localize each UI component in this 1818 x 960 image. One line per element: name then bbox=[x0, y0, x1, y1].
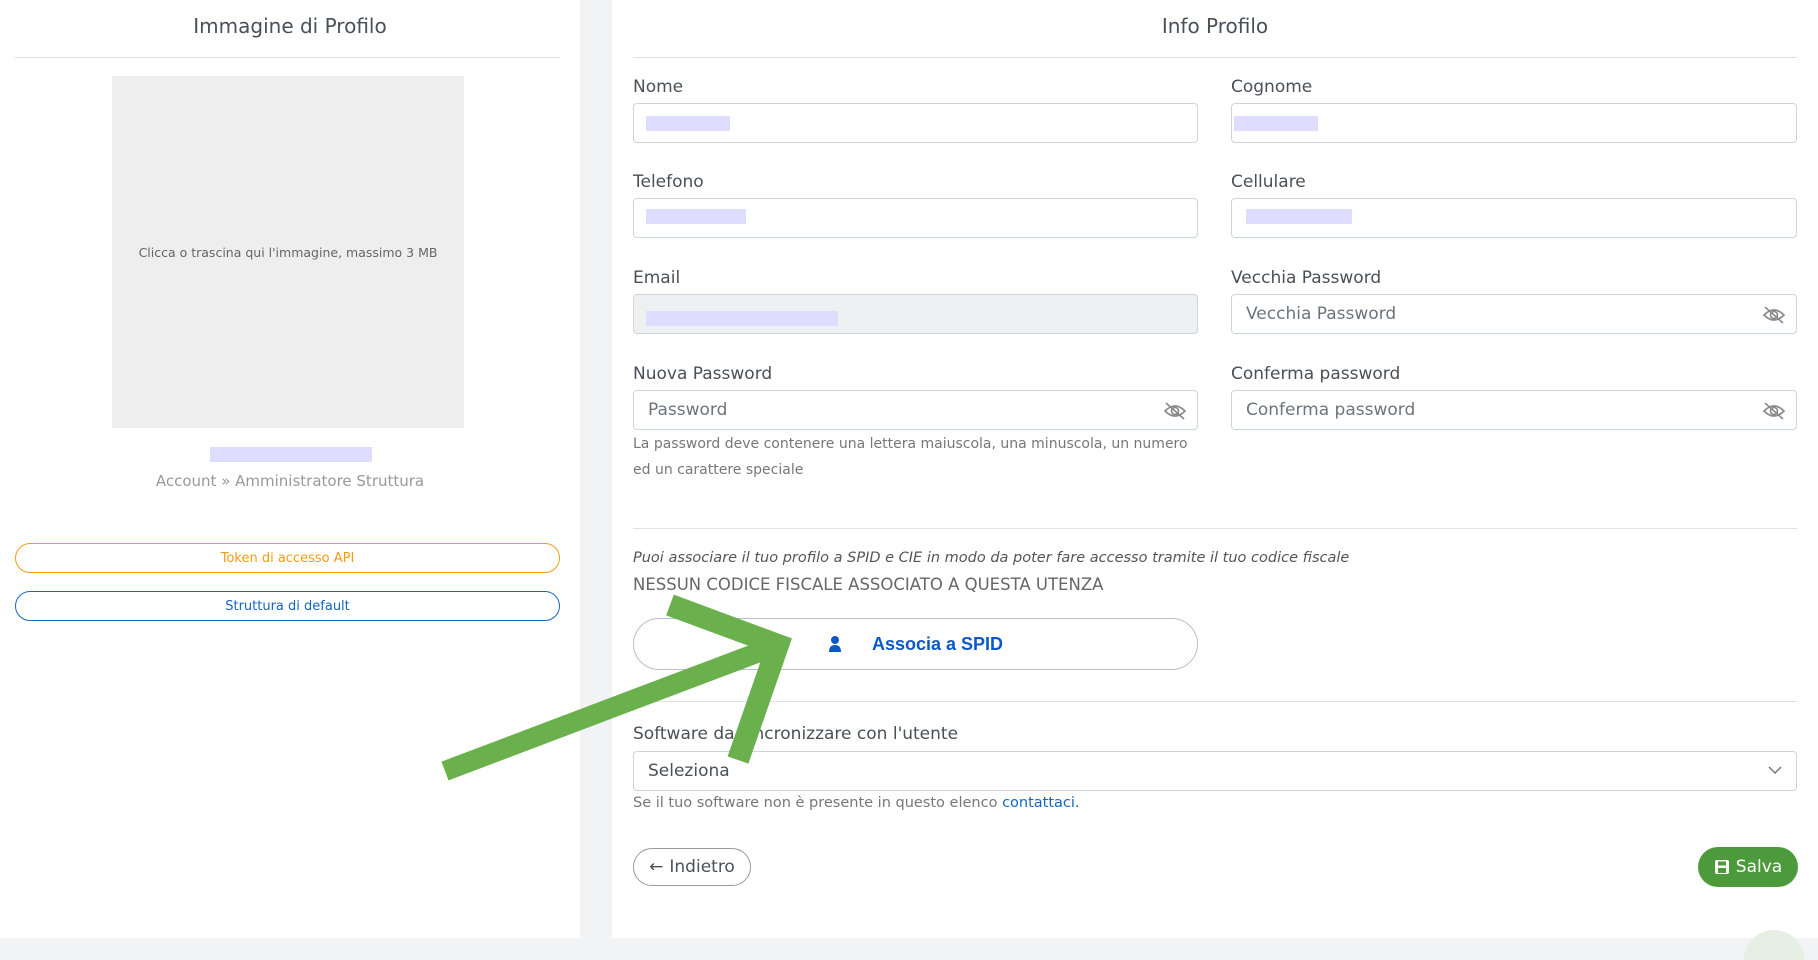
software-hint: Se il tuo software non è presente in que… bbox=[633, 795, 1080, 811]
redacted-value bbox=[1246, 209, 1352, 224]
save-button[interactable]: Salva bbox=[1698, 847, 1798, 887]
eye-slash-icon[interactable] bbox=[1762, 304, 1786, 326]
divider bbox=[633, 528, 1797, 529]
confirm-password-placeholder: Conferma password bbox=[1246, 400, 1416, 420]
password-hint-line1: La password deve contenere una lettera m… bbox=[633, 436, 1188, 452]
arrow-left-icon: ← bbox=[649, 857, 664, 877]
cognome-label: Cognome bbox=[1231, 77, 1313, 97]
divider bbox=[15, 57, 560, 58]
profile-image-title: Immagine di Profilo bbox=[193, 14, 387, 38]
redacted-username bbox=[210, 447, 372, 462]
eye-slash-icon[interactable] bbox=[1163, 400, 1187, 422]
old-password-label: Vecchia Password bbox=[1231, 268, 1382, 288]
new-password-label: Nuova Password bbox=[633, 364, 773, 384]
profile-image-card: Immagine di Profilo Clicca o trascina qu… bbox=[0, 0, 580, 938]
redacted-value bbox=[646, 311, 838, 326]
new-password-placeholder: Password bbox=[648, 400, 728, 420]
new-password-input[interactable]: Password bbox=[633, 390, 1198, 430]
software-select[interactable]: Seleziona bbox=[633, 751, 1797, 791]
telefono-input[interactable] bbox=[633, 198, 1198, 238]
password-hint: La password deve contenere una lettera m… bbox=[633, 431, 1188, 483]
software-selected: Seleziona bbox=[648, 761, 730, 781]
default-structure-button[interactable]: Struttura di default bbox=[15, 591, 560, 621]
software-label: Software da sincronizzare con l'utente bbox=[633, 724, 959, 744]
password-hint-line2: ed un carattere speciale bbox=[633, 462, 804, 478]
eye-slash-icon[interactable] bbox=[1762, 400, 1786, 422]
redacted-value bbox=[646, 209, 746, 224]
email-label: Email bbox=[633, 268, 681, 288]
fiscal-code-status: NESSUN CODICE FISCALE ASSOCIATO A QUESTA… bbox=[633, 575, 1104, 594]
nome-label: Nome bbox=[633, 77, 684, 97]
cognome-input[interactable] bbox=[1231, 103, 1797, 143]
contact-link[interactable]: contattaci. bbox=[1002, 795, 1079, 811]
old-password-input[interactable]: Vecchia Password bbox=[1231, 294, 1797, 334]
account-role: Account » Amministratore Struttura bbox=[155, 472, 425, 490]
redacted-value bbox=[646, 116, 730, 131]
user-icon bbox=[828, 636, 841, 652]
confirm-password-label: Conferma password bbox=[1231, 364, 1401, 384]
image-dropzone[interactable]: Clicca o trascina qui l'immagine, massim… bbox=[112, 76, 464, 428]
email-input[interactable] bbox=[633, 294, 1198, 334]
chevron-down-icon bbox=[1768, 766, 1782, 775]
software-hint-text: Se il tuo software non è presente in que… bbox=[633, 795, 998, 811]
associate-spid-label: Associa a SPID bbox=[871, 633, 1004, 654]
telefono-label: Telefono bbox=[633, 172, 704, 192]
associate-spid-button[interactable]: Associa a SPID bbox=[633, 618, 1198, 670]
cellulare-input[interactable] bbox=[1231, 198, 1797, 238]
redacted-value bbox=[1234, 116, 1318, 131]
divider bbox=[633, 701, 1797, 702]
back-button-label: Indietro bbox=[669, 857, 735, 877]
nome-input[interactable] bbox=[633, 103, 1198, 143]
divider bbox=[633, 57, 1797, 58]
dropzone-text: Clicca o trascina qui l'immagine, massim… bbox=[138, 244, 438, 260]
confirm-password-input[interactable]: Conferma password bbox=[1231, 390, 1797, 430]
floppy-disk-icon bbox=[1714, 860, 1729, 874]
api-token-button[interactable]: Token di accesso API bbox=[15, 543, 560, 573]
profile-info-title: Info Profilo bbox=[1161, 14, 1269, 38]
save-button-label: Salva bbox=[1735, 857, 1783, 877]
spid-info-text: Puoi associare il tuo profilo a SPID e C… bbox=[633, 550, 1350, 566]
old-password-placeholder: Vecchia Password bbox=[1246, 304, 1397, 324]
back-button[interactable]: ← Indietro bbox=[633, 848, 751, 886]
cellulare-label: Cellulare bbox=[1231, 172, 1306, 192]
